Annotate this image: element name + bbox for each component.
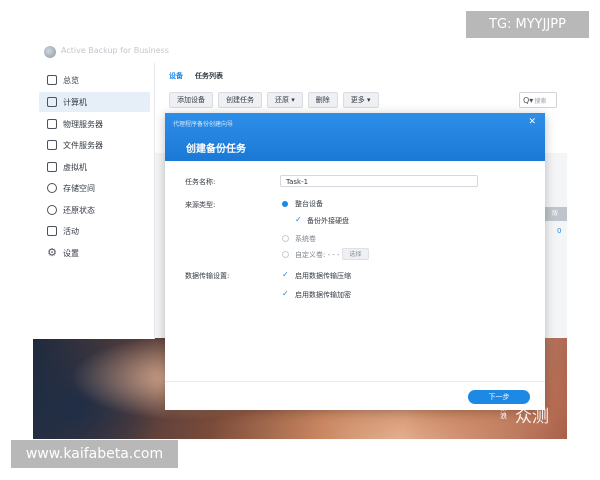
include-external-checkbox[interactable]: ✓ <box>295 216 302 224</box>
dialog-header: 代理程序备份创建向导 ✕ 创建备份任务 <box>165 113 545 161</box>
sidebar: 总览 计算机 物理服务器 文件服务器 虚拟机 存储空间 还原状态 活动 ⚙ 设置 <box>33 63 155 339</box>
whole-device-radio[interactable] <box>282 201 288 207</box>
toolbar: 添加设备 创建任务 还原 ▾ 删除 更多 ▾ <box>169 92 379 108</box>
sidebar-item-label: 活动 <box>63 226 79 236</box>
encryption-option: 启用数据传输加密 <box>295 291 351 299</box>
sidebar-item-label: 物理服务器 <box>63 119 103 129</box>
restore-icon <box>47 205 57 215</box>
transfer-settings-label: 数据传输设置: <box>185 272 230 280</box>
search-input[interactable]: Q▾ 搜索 <box>519 92 557 108</box>
delete-button[interactable]: 删除 <box>307 92 338 108</box>
custom-volume-option: 自定义卷: - - - <box>295 251 340 259</box>
custom-volume-radio[interactable] <box>282 251 289 258</box>
add-device-button[interactable]: 添加设备 <box>169 92 213 108</box>
app-logo-icon <box>44 46 56 58</box>
watermark-bottom: www.kaifabeta.com <box>11 440 178 468</box>
close-icon[interactable]: ✕ <box>528 117 536 127</box>
system-volume-option: 系统卷 <box>295 235 316 243</box>
grid-header-fragment: 版 <box>543 207 567 221</box>
watermark-top: TG: MYYJJPP <box>466 11 589 38</box>
search-placeholder: 搜索 <box>534 97 547 105</box>
sidebar-item-label: 总览 <box>63 75 79 85</box>
compression-option: 启用数据传输压缩 <box>295 272 351 280</box>
sidebar-item-restore-status[interactable]: 还原状态 <box>39 200 150 220</box>
dialog-subtitle: 代理程序备份创建向导 <box>173 121 234 128</box>
task-name-field[interactable]: Task-1 <box>280 175 478 187</box>
tab-device[interactable]: 设备 <box>169 71 183 81</box>
sidebar-item-file-server[interactable]: 文件服务器 <box>39 135 150 155</box>
sidebar-item-label: 计算机 <box>63 97 87 107</box>
sidebar-item-computer[interactable]: 计算机 <box>39 92 150 112</box>
file-server-icon <box>47 140 57 150</box>
grid-link-fragment[interactable]: 0 <box>557 227 561 235</box>
restore-button[interactable]: 还原 ▾ <box>267 92 303 108</box>
sidebar-item-label: 还原状态 <box>63 205 95 215</box>
watermark-logo: 众测 <box>515 407 549 427</box>
sidebar-item-activity[interactable]: 活动 <box>39 221 150 241</box>
dialog-footer: 下一步 <box>165 381 545 411</box>
activity-icon <box>47 226 57 236</box>
sidebar-item-label: 虚拟机 <box>63 162 87 172</box>
watermark-logo-small: 新浪 <box>500 404 507 420</box>
compression-checkbox[interactable]: ✓ <box>282 271 289 279</box>
task-name-label: 任务名称: <box>185 178 216 186</box>
gear-icon: ⚙ <box>47 246 57 259</box>
server-icon <box>47 119 57 129</box>
sidebar-item-label: 存储空间 <box>63 183 95 193</box>
storage-icon <box>47 183 57 193</box>
sidebar-item-storage[interactable]: 存储空间 <box>39 178 150 198</box>
sidebar-item-settings[interactable]: ⚙ 设置 <box>39 243 150 263</box>
tab-bar: 设备 任务列表 <box>169 71 223 81</box>
source-type-label: 来源类型: <box>185 201 216 209</box>
whole-device-option: 整台设备 <box>295 200 323 208</box>
sidebar-item-label: 设置 <box>63 248 79 258</box>
app-header: Active Backup for Business <box>33 41 567 64</box>
overview-icon <box>47 75 57 85</box>
encryption-checkbox[interactable]: ✓ <box>282 290 289 298</box>
computer-icon <box>47 97 57 107</box>
dialog-title: 创建备份任务 <box>186 144 246 155</box>
app-title: Active Backup for Business <box>61 46 169 55</box>
create-task-button[interactable]: 创建任务 <box>218 92 262 108</box>
more-button[interactable]: 更多 ▾ <box>342 92 379 108</box>
sidebar-item-physical-server[interactable]: 物理服务器 <box>39 114 150 134</box>
sidebar-item-label: 文件服务器 <box>63 140 103 150</box>
sidebar-item-vm[interactable]: 虚拟机 <box>39 157 150 177</box>
include-external-option: 备份外接硬盘 <box>307 217 349 225</box>
create-backup-task-dialog: 代理程序备份创建向导 ✕ 创建备份任务 任务名称: Task-1 来源类型: 整… <box>165 113 545 410</box>
sidebar-item-overview[interactable]: 总览 <box>39 70 150 90</box>
select-volume-button[interactable]: 选择 <box>342 248 369 260</box>
search-icon: Q▾ <box>523 95 534 105</box>
tab-task-list[interactable]: 任务列表 <box>195 71 223 81</box>
vm-icon <box>47 162 57 172</box>
system-volume-radio[interactable] <box>282 235 289 242</box>
